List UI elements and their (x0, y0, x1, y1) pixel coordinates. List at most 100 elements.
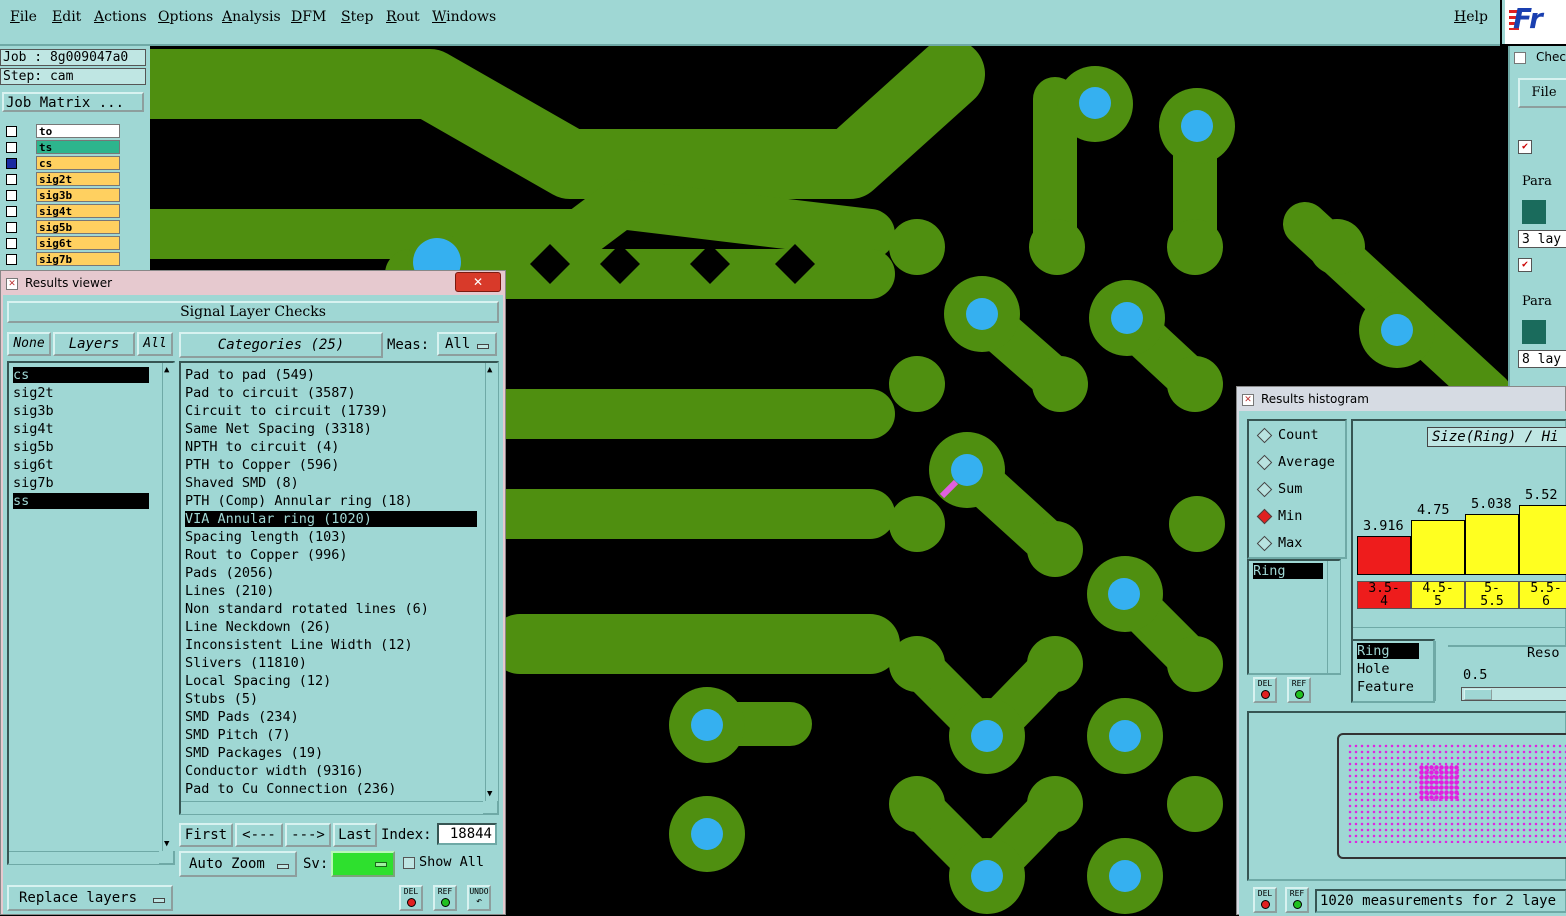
attr-hole[interactable]: Hole (1357, 661, 1390, 677)
category-item[interactable]: Lines (210) (185, 583, 274, 599)
menu-actions[interactable]: Actions (94, 9, 147, 25)
auto-zoom-dropdown[interactable]: Auto Zoom (179, 851, 297, 877)
category-item[interactable]: SMD Pitch (7) (185, 727, 291, 743)
histogram-bin-label[interactable]: 5- 5.5 (1465, 581, 1519, 609)
attribute-list[interactable]: Ring Hole Feature (1351, 639, 1435, 703)
histogram-refresh-button[interactable]: REF (1287, 677, 1311, 703)
radio-icon[interactable] (1256, 454, 1273, 470)
layer-item[interactable]: cs (13, 367, 149, 383)
histogram-bar[interactable] (1357, 536, 1411, 575)
menu-step[interactable]: Step (341, 9, 373, 25)
layer-name[interactable]: sig3b (36, 188, 120, 202)
layer-row-sig5b[interactable]: sig5b (2, 220, 120, 235)
category-item[interactable]: Non standard rotated lines (6) (185, 601, 429, 617)
attr-ring[interactable]: Ring (1357, 643, 1419, 659)
layer-row-sig2t[interactable]: sig2t (2, 172, 120, 187)
layer-list-hscrollbar[interactable] (9, 851, 159, 864)
category-item[interactable]: Local Spacing (12) (185, 673, 331, 689)
layer-checkbox[interactable] (6, 174, 17, 185)
layer-name[interactable]: sig6t (36, 236, 120, 250)
resolution-slider[interactable] (1461, 687, 1566, 701)
status-delete-button[interactable]: DEL (1253, 887, 1277, 913)
layer-name[interactable]: sig2t (36, 172, 120, 186)
category-item[interactable]: Spacing length (103) (185, 529, 348, 545)
menu-rout[interactable]: Rout (386, 9, 420, 25)
histogram-bin-label[interactable]: 4.5- 5 (1411, 581, 1465, 609)
layer-row-sig6t[interactable]: sig6t (2, 236, 120, 251)
category-item[interactable]: Slivers (11810) (185, 655, 307, 671)
category-item[interactable]: Circuit to circuit (1739) (185, 403, 388, 419)
layer-checkbox[interactable] (6, 222, 17, 233)
category-item[interactable]: PTH to Copper (596) (185, 457, 339, 473)
layer-checkbox[interactable] (6, 126, 17, 137)
category-item[interactable]: Inconsistent Line Width (12) (185, 637, 413, 653)
layer-item[interactable]: sig3b (13, 403, 54, 419)
board-preview[interactable] (1247, 711, 1566, 881)
measure-list[interactable]: Ring (1247, 559, 1341, 675)
radio-icon[interactable] (1256, 535, 1273, 551)
run-icon[interactable] (1522, 200, 1546, 224)
layer-checkbox[interactable] (6, 206, 17, 217)
category-list-hscrollbar[interactable] (181, 801, 483, 814)
mode-option-sum[interactable]: Sum (1253, 479, 1302, 499)
layer-row-sig7b[interactable]: sig7b (2, 252, 120, 267)
histogram-bar[interactable] (1519, 505, 1566, 575)
mode-option-average[interactable]: Average (1253, 452, 1335, 472)
layer-name[interactable]: sig5b (36, 220, 120, 234)
measure-ring[interactable]: Ring (1253, 563, 1323, 579)
category-item[interactable]: NPTH to circuit (4) (185, 439, 339, 455)
refresh-icon-button[interactable]: REF (433, 885, 457, 911)
menu-help[interactable]: Help (1454, 9, 1488, 25)
layer-checkbox[interactable] (6, 190, 17, 201)
none-button[interactable]: None (7, 332, 51, 356)
checklist-file-menu[interactable]: File (1518, 78, 1566, 108)
next-button[interactable]: ---> (285, 823, 331, 847)
radio-icon[interactable] (1256, 427, 1273, 443)
mode-option-min[interactable]: Min (1253, 506, 1302, 526)
delete-icon-button[interactable]: DEL (399, 885, 423, 911)
index-field[interactable]: 18844 (437, 823, 497, 845)
category-item[interactable]: Pad to circuit (3587) (185, 385, 356, 401)
first-button[interactable]: First (179, 823, 233, 847)
sv-color-dropdown[interactable] (331, 851, 395, 877)
checklist-check-2[interactable]: ✔ (1518, 258, 1532, 272)
category-item[interactable]: Pads (2056) (185, 565, 274, 581)
layers-button[interactable]: Layers (53, 332, 135, 356)
replace-layers-dropdown[interactable]: Replace layers (7, 885, 173, 911)
scroll-up-icon[interactable]: ▲ (164, 365, 169, 375)
category-item[interactable]: Conductor width (9316) (185, 763, 364, 779)
layer-name[interactable]: cs (36, 156, 120, 170)
last-button[interactable]: Last (333, 823, 377, 847)
layer-item[interactable]: sig2t (13, 385, 54, 401)
menu-options[interactable]: Options (158, 9, 213, 25)
menu-edit[interactable]: Edit (52, 9, 81, 25)
job-matrix-button[interactable]: Job Matrix ... (2, 92, 144, 112)
layer-row-sig3b[interactable]: sig3b (2, 188, 120, 203)
mode-option-max[interactable]: Max (1253, 533, 1302, 553)
show-all-checkbox[interactable] (403, 857, 415, 869)
layer-result-list[interactable]: cs sig2t sig3b sig4t sig5b sig6t sig7b ss ▲ ▼ (7, 361, 175, 865)
prev-button[interactable]: <--- (235, 823, 283, 847)
layer-name[interactable]: ts (36, 140, 120, 154)
category-item[interactable]: Line Neckdown (26) (185, 619, 331, 635)
layer-checkbox[interactable] (6, 238, 17, 249)
category-item[interactable]: Same Net Spacing (3318) (185, 421, 372, 437)
menu-windows[interactable]: Windows (432, 9, 496, 25)
layer-item[interactable]: sig4t (13, 421, 54, 437)
histogram-bar[interactable] (1411, 520, 1465, 575)
histogram-bar[interactable] (1465, 514, 1519, 575)
layer-row-ts[interactable]: ts (2, 140, 120, 155)
attribute-list-scrollbar[interactable] (1435, 641, 1448, 701)
status-refresh-button[interactable]: REF (1285, 887, 1309, 913)
category-list[interactable]: Pad to pad (549) Pad to circuit (3587) Cir… (179, 361, 499, 815)
menu-file[interactable]: File (10, 9, 37, 25)
layer-name[interactable]: to (36, 124, 120, 138)
category-item[interactable]: Shaved SMD (8) (185, 475, 299, 491)
scroll-down-icon[interactable]: ▼ (164, 839, 169, 849)
attr-feature[interactable]: Feature (1357, 679, 1414, 695)
category-item[interactable]: SMD Pads (234) (185, 709, 299, 725)
layer-checkbox[interactable] (6, 158, 17, 169)
category-item[interactable]: SMD Packages (19) (185, 745, 323, 761)
run-icon[interactable] (1522, 320, 1546, 344)
checklist-check-1[interactable]: ✔ (1518, 140, 1532, 154)
